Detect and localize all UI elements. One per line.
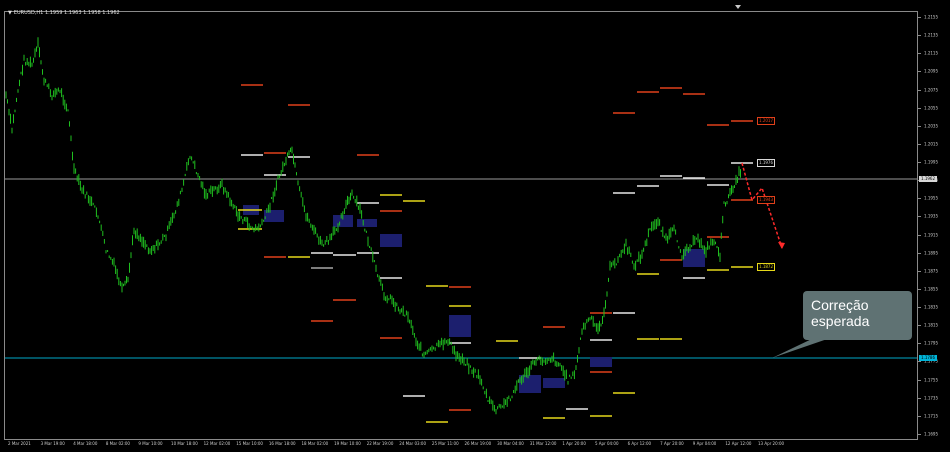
price-tick-mark	[918, 162, 921, 164]
projection-line	[741, 162, 783, 249]
price-tick-label: 1.1915	[924, 232, 938, 238]
time-tick-label: 6 Apr 12:00	[627, 441, 652, 446]
price-tick-mark	[918, 379, 921, 381]
price-tick-mark	[918, 143, 921, 145]
time-tick-label: 31 Mar 12:00	[529, 441, 557, 446]
price-tick-label: 1.1955	[924, 195, 938, 201]
zone-rect	[357, 219, 377, 227]
level-tag-low: 1.1872	[757, 263, 775, 271]
annotation-callout[interactable]: Correção esperada	[803, 291, 912, 340]
price-tick-mark	[918, 270, 921, 272]
time-tick-label: 10 Mar 18:00	[171, 441, 198, 446]
time-tick-label: 3 Mar 19:00	[40, 441, 65, 446]
time-tick-label: 4 Mar 18:00	[73, 441, 98, 446]
time-tick-label: 1 Apr 20:00	[562, 441, 586, 446]
price-tick-mark	[918, 343, 921, 345]
level-tag-mid: 1.1943	[757, 196, 775, 204]
zone-rect	[543, 378, 565, 388]
price-tick-mark	[918, 307, 921, 309]
price-tick-label: 1.1895	[924, 250, 938, 256]
time-tick-label: 16 Mar 18:00	[268, 441, 296, 446]
price-tick-label: 1.1795	[924, 340, 938, 346]
zone-rectangles	[243, 205, 705, 393]
chart-window[interactable]: ▼ EURUSD,H1 1.1959 1.1963 1.1958 1.1962 …	[0, 0, 950, 452]
price-tick-label: 1.2135	[924, 32, 938, 38]
price-tick-mark	[918, 35, 921, 37]
zone-rect	[449, 315, 471, 337]
price-tick-label: 1.2095	[924, 68, 938, 74]
time-tick-label: 9 Mar 10:00	[138, 441, 163, 446]
zone-rect	[683, 249, 705, 267]
price-tick-label: 1.1855	[924, 286, 938, 292]
time-tick-label: 15 Mar 10:00	[236, 441, 263, 446]
time-tick-label: 2 Mar 2021	[8, 441, 31, 446]
callout-line-1: Correção	[811, 297, 869, 313]
price-tick-label: 1.2155	[924, 14, 938, 20]
price-tick-mark	[918, 252, 921, 254]
zone-rect	[519, 375, 541, 393]
price-tick-label: 1.2075	[924, 87, 938, 93]
price-tick-mark	[918, 397, 921, 399]
support-level-tag: 1.1786	[919, 355, 937, 361]
time-tick-label: 12 Mar 02:00	[203, 441, 231, 446]
price-tick-mark	[918, 288, 921, 290]
time-tick-label: 19 Mar 10:00	[334, 441, 361, 446]
price-tick-label: 1.1875	[924, 268, 938, 274]
price-tick-mark	[918, 216, 921, 218]
price-tick-mark	[918, 234, 921, 236]
price-tick-mark	[918, 415, 921, 417]
time-tick-label: 26 Mar 19:00	[464, 441, 492, 446]
time-tick-label: 13 Apr 20:00	[758, 441, 785, 446]
price-tick-label: 1.1935	[924, 213, 938, 219]
price-tick-mark	[918, 53, 921, 55]
time-tick-label: 7 Apr 20:00	[660, 441, 684, 446]
time-tick-label: 5 Apr 04:00	[594, 441, 619, 446]
price-tick-mark	[918, 125, 921, 127]
price-tick-label: 1.1835	[924, 304, 938, 310]
level-tag-high: 1.1976	[757, 159, 775, 167]
price-tick-mark	[918, 198, 921, 200]
projection-arrowhead-icon	[778, 242, 785, 249]
time-tick-label: 25 Mar 11:00	[431, 441, 459, 446]
price-tick-mark	[918, 325, 921, 327]
time-tick-label: 12 Apr 12:00	[725, 441, 752, 446]
time-tick-label: 9 Apr 04:00	[692, 441, 717, 446]
price-tick-label: 1.1735	[924, 395, 938, 401]
price-tick-label: 1.1995	[924, 159, 938, 165]
price-tick-label: 1.2035	[924, 123, 938, 129]
level-tag-resistance: 1.2017	[757, 117, 775, 125]
price-tick-mark	[918, 107, 921, 109]
price-tick-mark	[918, 17, 921, 18]
price-tick-label: 1.1695	[924, 431, 938, 437]
callout-line-2: esperada	[811, 313, 870, 329]
price-plot[interactable]	[0, 0, 950, 452]
price-tick-mark	[918, 71, 921, 73]
bid-price-tag: 1.1962	[919, 176, 937, 182]
price-tick-mark	[918, 361, 921, 363]
zone-rect	[590, 357, 612, 367]
price-tick-label: 1.1815	[924, 322, 938, 328]
time-tick-label: 30 Mar 04:00	[497, 441, 524, 446]
time-tick-label: 24 Mar 03:00	[399, 441, 427, 446]
price-tick-label: 1.1755	[924, 377, 938, 383]
price-tick-label: 1.1715	[924, 413, 938, 419]
time-tick-label: 8 Mar 02:00	[105, 441, 130, 446]
price-tick-label: 1.2055	[924, 105, 938, 111]
zone-rect	[380, 234, 402, 247]
level-segments	[238, 84, 753, 423]
price-tick-label: 1.2115	[924, 50, 938, 56]
time-tick-label: 18 Mar 02:00	[301, 441, 329, 446]
price-tick-mark	[918, 89, 921, 91]
time-tick-label: 22 Mar 19:00	[366, 441, 394, 446]
price-tick-mark	[918, 434, 921, 435]
price-tick-label: 1.2015	[924, 141, 938, 147]
